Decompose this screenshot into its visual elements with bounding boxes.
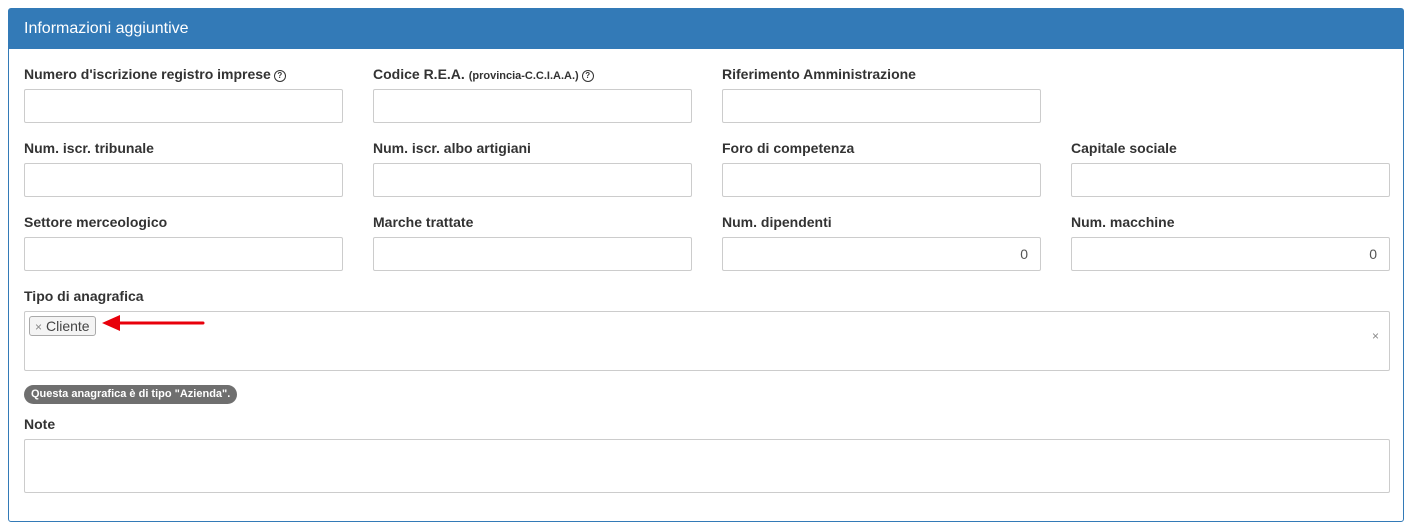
numero-registro-input[interactable] <box>24 89 343 123</box>
foro-label: Foro di competenza <box>722 140 855 156</box>
note-textarea[interactable] <box>24 439 1390 493</box>
riferimento-label: Riferimento Amministrazione <box>722 66 916 82</box>
macchine-label: Num. macchine <box>1071 214 1175 230</box>
settore-input[interactable] <box>24 237 343 271</box>
annotation-arrow <box>102 315 205 331</box>
capitale-label: Capitale sociale <box>1071 140 1177 156</box>
tag-label: Cliente <box>46 318 90 334</box>
capitale-input[interactable] <box>1071 163 1390 197</box>
albo-label: Num. iscr. albo artigiani <box>373 140 531 156</box>
tag-remove-icon[interactable]: × <box>35 320 42 334</box>
settore-label: Settore merceologico <box>24 214 168 230</box>
macchine-input[interactable]: 0 <box>1071 237 1390 271</box>
help-icon[interactable]: ? <box>581 70 594 82</box>
dipendenti-input[interactable]: 0 <box>722 237 1041 271</box>
codice-rea-label: Codice R.E.A. (provincia-C.C.I.A.A.)? <box>373 66 594 82</box>
tribunale-label: Num. iscr. tribunale <box>24 140 154 156</box>
foro-input[interactable] <box>722 163 1041 197</box>
panel-title: Informazioni aggiuntive <box>9 9 1403 49</box>
marche-input[interactable] <box>373 237 692 271</box>
albo-input[interactable] <box>373 163 692 197</box>
note-label: Note <box>24 416 56 432</box>
numero-registro-label: Numero d'iscrizione registro imprese? <box>24 66 286 82</box>
tipo-multiselect[interactable]: × Cliente × <box>24 311 1390 371</box>
riferimento-input[interactable] <box>722 89 1041 123</box>
marche-label: Marche trattate <box>373 214 474 230</box>
tipo-badge: Questa anagrafica è di tipo "Azienda". <box>24 385 238 404</box>
tipo-label: Tipo di anagrafica <box>24 288 144 304</box>
dipendenti-label: Num. dipendenti <box>722 214 832 230</box>
tribunale-input[interactable] <box>24 163 343 197</box>
tag-cliente: × Cliente <box>29 316 96 336</box>
help-icon[interactable]: ? <box>273 70 286 82</box>
codice-rea-input[interactable] <box>373 89 692 123</box>
clear-icon[interactable]: × <box>1372 320 1379 352</box>
